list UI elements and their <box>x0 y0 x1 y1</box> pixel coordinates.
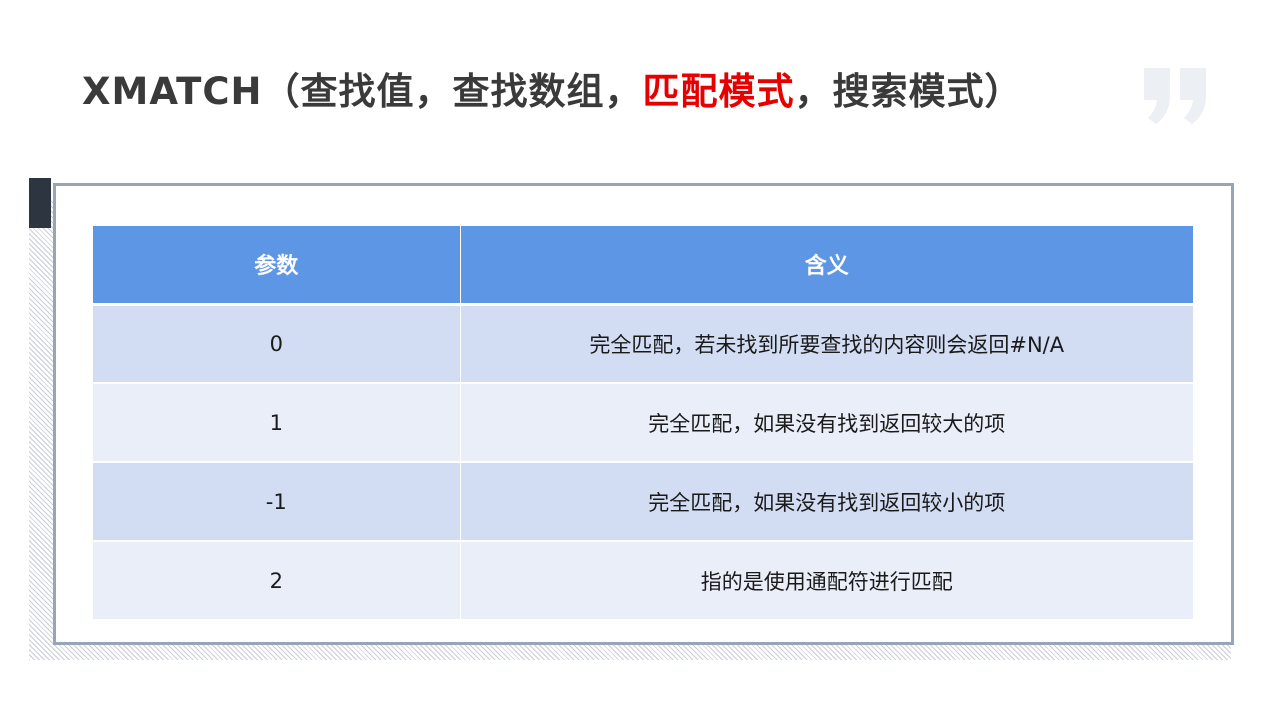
parameter-table: 参数 含义 0 完全匹配，若未找到所要查找的内容则会返回#N/A 1 完全匹配，… <box>93 226 1193 621</box>
table-row: 1 完全匹配，如果没有找到返回较大的项 <box>93 383 1193 463</box>
table-row: 0 完全匹配，若未找到所要查找的内容则会返回#N/A <box>93 304 1193 384</box>
meaning-cell: 完全匹配，如果没有找到返回较大的项 <box>460 383 1193 463</box>
param-cell: 1 <box>93 383 461 463</box>
header-param: 参数 <box>93 226 461 306</box>
table-row: 2 指的是使用通配符进行匹配 <box>93 541 1193 621</box>
param-cell: 0 <box>93 304 461 384</box>
title-highlight: 匹配模式 <box>642 70 795 113</box>
title-suffix: ，搜索模式） <box>794 70 1023 113</box>
meaning-cell: 完全匹配，若未找到所要查找的内容则会返回#N/A <box>460 304 1193 384</box>
table-row: -1 完全匹配，如果没有找到返回较小的项 <box>93 462 1193 542</box>
title-prefix: XMATCH（查找值，查找数组， <box>82 70 643 113</box>
meaning-cell: 完全匹配，如果没有找到返回较小的项 <box>460 462 1193 542</box>
meaning-cell: 指的是使用通配符进行匹配 <box>460 541 1193 621</box>
quote-icon <box>1144 68 1206 124</box>
accent-block <box>29 178 51 228</box>
page-title: XMATCH（查找值，查找数组，匹配模式，搜索模式） <box>82 64 1022 120</box>
param-cell: -1 <box>93 462 461 542</box>
table-header-row: 参数 含义 <box>93 226 1193 306</box>
header-meaning: 含义 <box>460 226 1193 306</box>
param-cell: 2 <box>93 541 461 621</box>
